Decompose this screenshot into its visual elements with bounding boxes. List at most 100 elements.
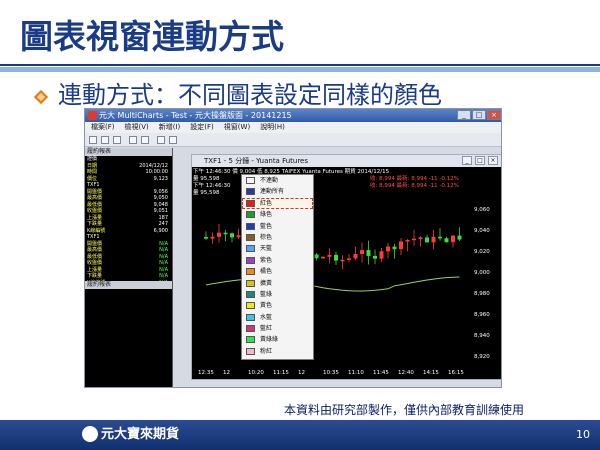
- menu-help[interactable]: 說明(H): [260, 122, 285, 133]
- chart-close-button[interactable]: ×: [488, 156, 498, 165]
- y-axis-tick: 9,040: [474, 228, 490, 234]
- candle-body: [230, 233, 234, 238]
- candle-body: [314, 254, 319, 259]
- color-option[interactable]: 藍紅: [242, 323, 313, 334]
- candle-body: [444, 238, 449, 243]
- candle-body: [425, 237, 429, 243]
- color-swatch-icon: [246, 290, 255, 298]
- yuanta-financial-logo: [22, 427, 46, 443]
- bullet-text: 連動方式：不同圖表設定同樣的顏色: [58, 81, 442, 109]
- y-axis-tick: 9,060: [474, 207, 490, 213]
- color-option[interactable]: 橘色: [242, 266, 313, 277]
- x-axis-tick: 10:20: [248, 370, 264, 376]
- color-option-label: 橘色: [260, 268, 273, 276]
- menu-insert[interactable]: 新增(I): [159, 122, 181, 133]
- candle-body: [360, 250, 364, 254]
- candle-body: [347, 258, 351, 260]
- color-option[interactable]: 黃色: [242, 300, 313, 311]
- chart-titlebar: TXF1 - 5 分鐘 - Yuanta Futures _ □ ×: [192, 155, 501, 167]
- color-swatch-icon: [246, 313, 255, 321]
- x-axis-tick: 11:15: [273, 370, 289, 376]
- color-option[interactable]: 紫色: [242, 255, 313, 266]
- quote-panel: 履約報表 證價 日期 2014/12/12 時間 10:00:00 價位 9,123 TXF1…: [85, 148, 173, 286]
- toolbar-open-icon[interactable]: [101, 136, 109, 144]
- menu-window[interactable]: 視窗(W): [224, 122, 250, 133]
- color-option[interactable]: 綠色: [242, 209, 313, 220]
- toolbar-new-icon[interactable]: [89, 136, 97, 144]
- candle-body: [217, 232, 221, 237]
- color-option[interactable]: 天藍: [242, 243, 313, 254]
- minimize-button[interactable]: _: [457, 110, 471, 120]
- color-option[interactable]: 藍綠: [242, 289, 313, 300]
- color-link-dropdown[interactable]: 不連動 連動所有 紅色 綠色藍色棕色天藍紫色橘色擴黃 藍綠黃色水藍 藍紅 黃綠綠 粉紅: [241, 174, 314, 360]
- color-option[interactable]: 棕色: [242, 232, 313, 243]
- color-swatch-icon: [246, 245, 255, 253]
- lower-panel-header: 履約報表: [85, 281, 172, 289]
- candle-body: [353, 254, 358, 259]
- color-swatch-icon: [246, 302, 255, 310]
- candlestick-chart: [204, 223, 462, 292]
- color-option[interactable]: 連動所有: [242, 186, 313, 197]
- window-title: 元大 MultiCharts - Test - 元大操盤版面 - 2014121…: [99, 111, 292, 120]
- menu-bar: 檔案(F) 檢視(V) 新增(I) 設定(F) 視窗(W) 說明(H): [85, 122, 501, 133]
- window-titlebar: 元大 MultiCharts - Test - 元大操盤版面 - 2014121…: [85, 109, 501, 122]
- color-swatch-icon: [246, 211, 255, 219]
- toolbar-save-icon[interactable]: [113, 136, 121, 144]
- color-option[interactable]: 擴黃: [242, 278, 313, 289]
- chart-minimize-button[interactable]: _: [462, 156, 472, 165]
- candle-body: [392, 246, 397, 250]
- color-option-label: 天藍: [260, 245, 273, 253]
- y-axis-tick: 8,980: [474, 291, 490, 297]
- color-option[interactable]: 黃綠綠: [242, 334, 313, 345]
- candle-body: [457, 235, 462, 240]
- toolbar-copy-icon[interactable]: [141, 136, 149, 144]
- y-axis-tick: 9,020: [474, 249, 490, 255]
- candle-body: [204, 237, 208, 239]
- color-option-label: 藍綠: [260, 290, 273, 298]
- x-axis-tick: 12: [223, 370, 230, 376]
- color-option-label: 藍色: [260, 222, 273, 230]
- candle-body: [379, 251, 384, 259]
- menu-view[interactable]: 檢視(V): [125, 122, 149, 133]
- x-axis-tick: 12: [298, 370, 305, 376]
- color-swatch-icon: [246, 336, 255, 344]
- maximize-button[interactable]: □: [472, 110, 486, 120]
- candle-body: [399, 241, 403, 250]
- color-option[interactable]: 不連動: [242, 175, 313, 186]
- x-axis-tick: 14:15: [423, 370, 439, 376]
- color-option-label: 黃色: [260, 302, 273, 310]
- brand-name: 元大寶來期貨: [82, 425, 192, 445]
- candle-body: [327, 254, 332, 257]
- color-option[interactable]: 藍色: [242, 221, 313, 232]
- multicharts-window: 元大 MultiCharts - Test - 元大操盤版面 - 2014121…: [84, 108, 502, 388]
- toolbar: [85, 133, 501, 147]
- color-option[interactable]: 紅色: [242, 197, 313, 210]
- color-swatch-icon: [246, 325, 255, 333]
- toolbar-zoom-icon[interactable]: [169, 136, 177, 144]
- x-axis-tick: 16:15: [448, 370, 464, 376]
- menu-settings[interactable]: 設定(F): [190, 122, 214, 133]
- color-option-label: 綠色: [260, 211, 273, 219]
- title-divider: [0, 64, 600, 72]
- candle-body: [334, 254, 338, 261]
- chart-area[interactable]: 下午 12:46:30 價 9,004 低 8,925 TAIFEX Yuant…: [192, 167, 501, 381]
- chart-maximize-button[interactable]: □: [475, 156, 485, 165]
- toolbar-cut-icon[interactable]: [129, 136, 137, 144]
- x-axis-tick: 12:35: [198, 370, 214, 376]
- color-swatch-icon: [246, 268, 255, 276]
- slide-title: 圖表視窗連動方式: [20, 17, 284, 56]
- candle-body: [431, 236, 436, 243]
- candle-body: [340, 259, 345, 262]
- x-axis-tick: 12:40: [398, 370, 414, 376]
- y-axis-tick: 9,000: [474, 270, 490, 276]
- color-swatch-icon: [246, 279, 255, 287]
- color-option[interactable]: 水藍: [242, 312, 313, 323]
- close-button[interactable]: ×: [487, 110, 501, 120]
- menu-file[interactable]: 檔案(F): [91, 122, 115, 133]
- chart-window: TXF1 - 5 分鐘 - Yuanta Futures _ □ × 下午 12…: [191, 154, 501, 381]
- color-swatch-icon: [246, 233, 255, 241]
- color-option[interactable]: 粉紅: [242, 346, 313, 357]
- candle-body: [405, 240, 410, 242]
- toolbar-chart-icon[interactable]: [157, 136, 165, 144]
- color-swatch-icon: [246, 188, 255, 196]
